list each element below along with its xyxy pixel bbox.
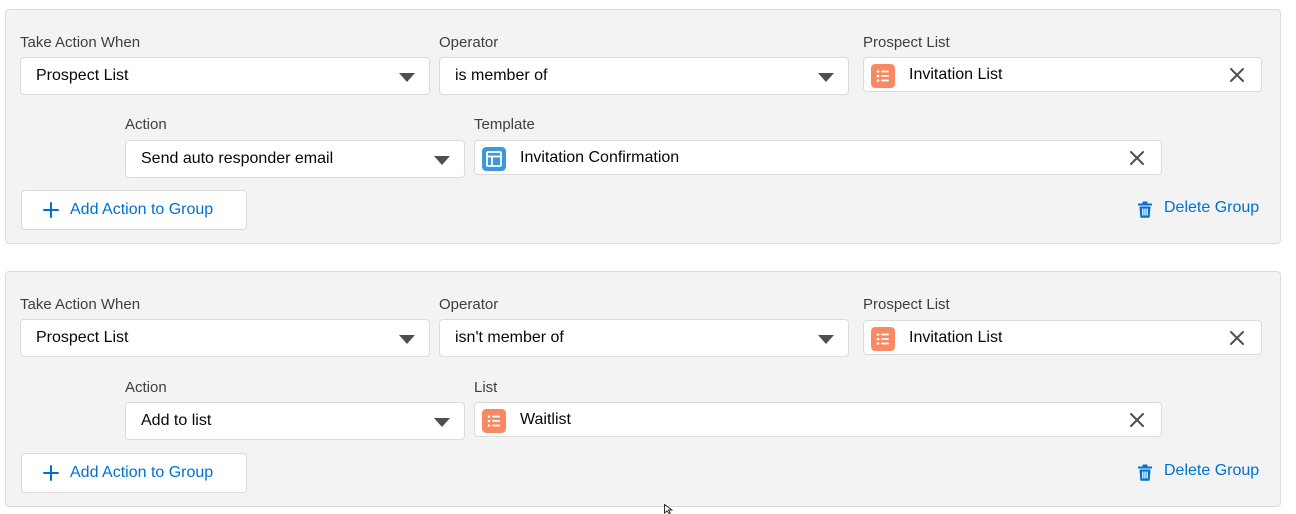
- dropdown-arrow-icon: [818, 335, 834, 344]
- operator-select[interactable]: is member of: [439, 57, 849, 95]
- trash-icon: [1138, 464, 1152, 481]
- automation-rule-group: Take Action When Prospect List Operator …: [5, 9, 1281, 244]
- prospect-list-lookup[interactable]: Invitation List: [863, 320, 1262, 355]
- action-label: Action: [125, 116, 167, 133]
- take-action-when-select[interactable]: Prospect List: [20, 319, 430, 357]
- template-value: Invitation Confirmation: [520, 149, 680, 166]
- delete-group-button[interactable]: Delete Group: [1137, 198, 1265, 220]
- clear-selection-icon[interactable]: [1229, 67, 1245, 83]
- delete-group-label: Delete Group: [1164, 462, 1260, 479]
- operator-label: Operator: [439, 34, 499, 51]
- list-icon: [871, 64, 895, 88]
- plus-icon: [43, 465, 59, 481]
- operator-value: is member of: [455, 67, 548, 84]
- operator-select[interactable]: isn't member of: [439, 319, 849, 357]
- automation-rule-group: Take Action When Prospect List Operator …: [5, 271, 1281, 507]
- clear-selection-icon[interactable]: [1129, 412, 1145, 428]
- list-icon: [482, 409, 506, 433]
- prospect-list-label: Prospect List: [863, 34, 950, 51]
- action-select[interactable]: Send auto responder email: [125, 140, 465, 178]
- add-action-to-group-label: Add Action to Group: [70, 201, 214, 218]
- dropdown-arrow-icon: [434, 156, 450, 165]
- delete-group-label: Delete Group: [1164, 199, 1260, 216]
- clear-selection-icon[interactable]: [1129, 150, 1145, 166]
- list-lookup[interactable]: Waitlist: [474, 402, 1162, 437]
- add-action-to-group-button[interactable]: Add Action to Group: [21, 453, 247, 493]
- dropdown-arrow-icon: [399, 73, 415, 82]
- operator-value: isn't member of: [455, 329, 564, 346]
- action-select[interactable]: Add to list: [125, 402, 465, 440]
- action-value: Send auto responder email: [141, 150, 334, 167]
- take-action-when-select[interactable]: Prospect List: [20, 57, 430, 95]
- plus-icon: [43, 202, 59, 218]
- take-action-when-label: Take Action When: [20, 34, 141, 51]
- prospect-list-lookup[interactable]: Invitation List: [863, 57, 1262, 92]
- list-value: Waitlist: [520, 411, 571, 428]
- delete-group-button[interactable]: Delete Group: [1137, 461, 1265, 483]
- list-icon: [871, 327, 895, 351]
- take-action-when-value: Prospect List: [36, 329, 129, 346]
- take-action-when-label: Take Action When: [20, 296, 141, 313]
- template-icon: [482, 147, 506, 171]
- trash-icon: [1138, 201, 1152, 218]
- add-action-to-group-label: Add Action to Group: [70, 464, 214, 481]
- action-value: Add to list: [141, 412, 212, 429]
- template-lookup[interactable]: Invitation Confirmation: [474, 140, 1162, 175]
- prospect-list-label: Prospect List: [863, 296, 950, 313]
- prospect-list-value: Invitation List: [909, 329, 1003, 346]
- dropdown-arrow-icon: [399, 335, 415, 344]
- list-label: List: [474, 379, 498, 396]
- operator-label: Operator: [439, 296, 499, 313]
- add-action-to-group-button[interactable]: Add Action to Group: [21, 190, 247, 230]
- dropdown-arrow-icon: [434, 418, 450, 427]
- action-label: Action: [125, 379, 167, 396]
- template-label: Template: [474, 116, 535, 133]
- take-action-when-value: Prospect List: [36, 67, 129, 84]
- mouse-cursor-icon: [664, 504, 674, 514]
- prospect-list-value: Invitation List: [909, 66, 1003, 83]
- dropdown-arrow-icon: [818, 73, 834, 82]
- clear-selection-icon[interactable]: [1229, 330, 1245, 346]
